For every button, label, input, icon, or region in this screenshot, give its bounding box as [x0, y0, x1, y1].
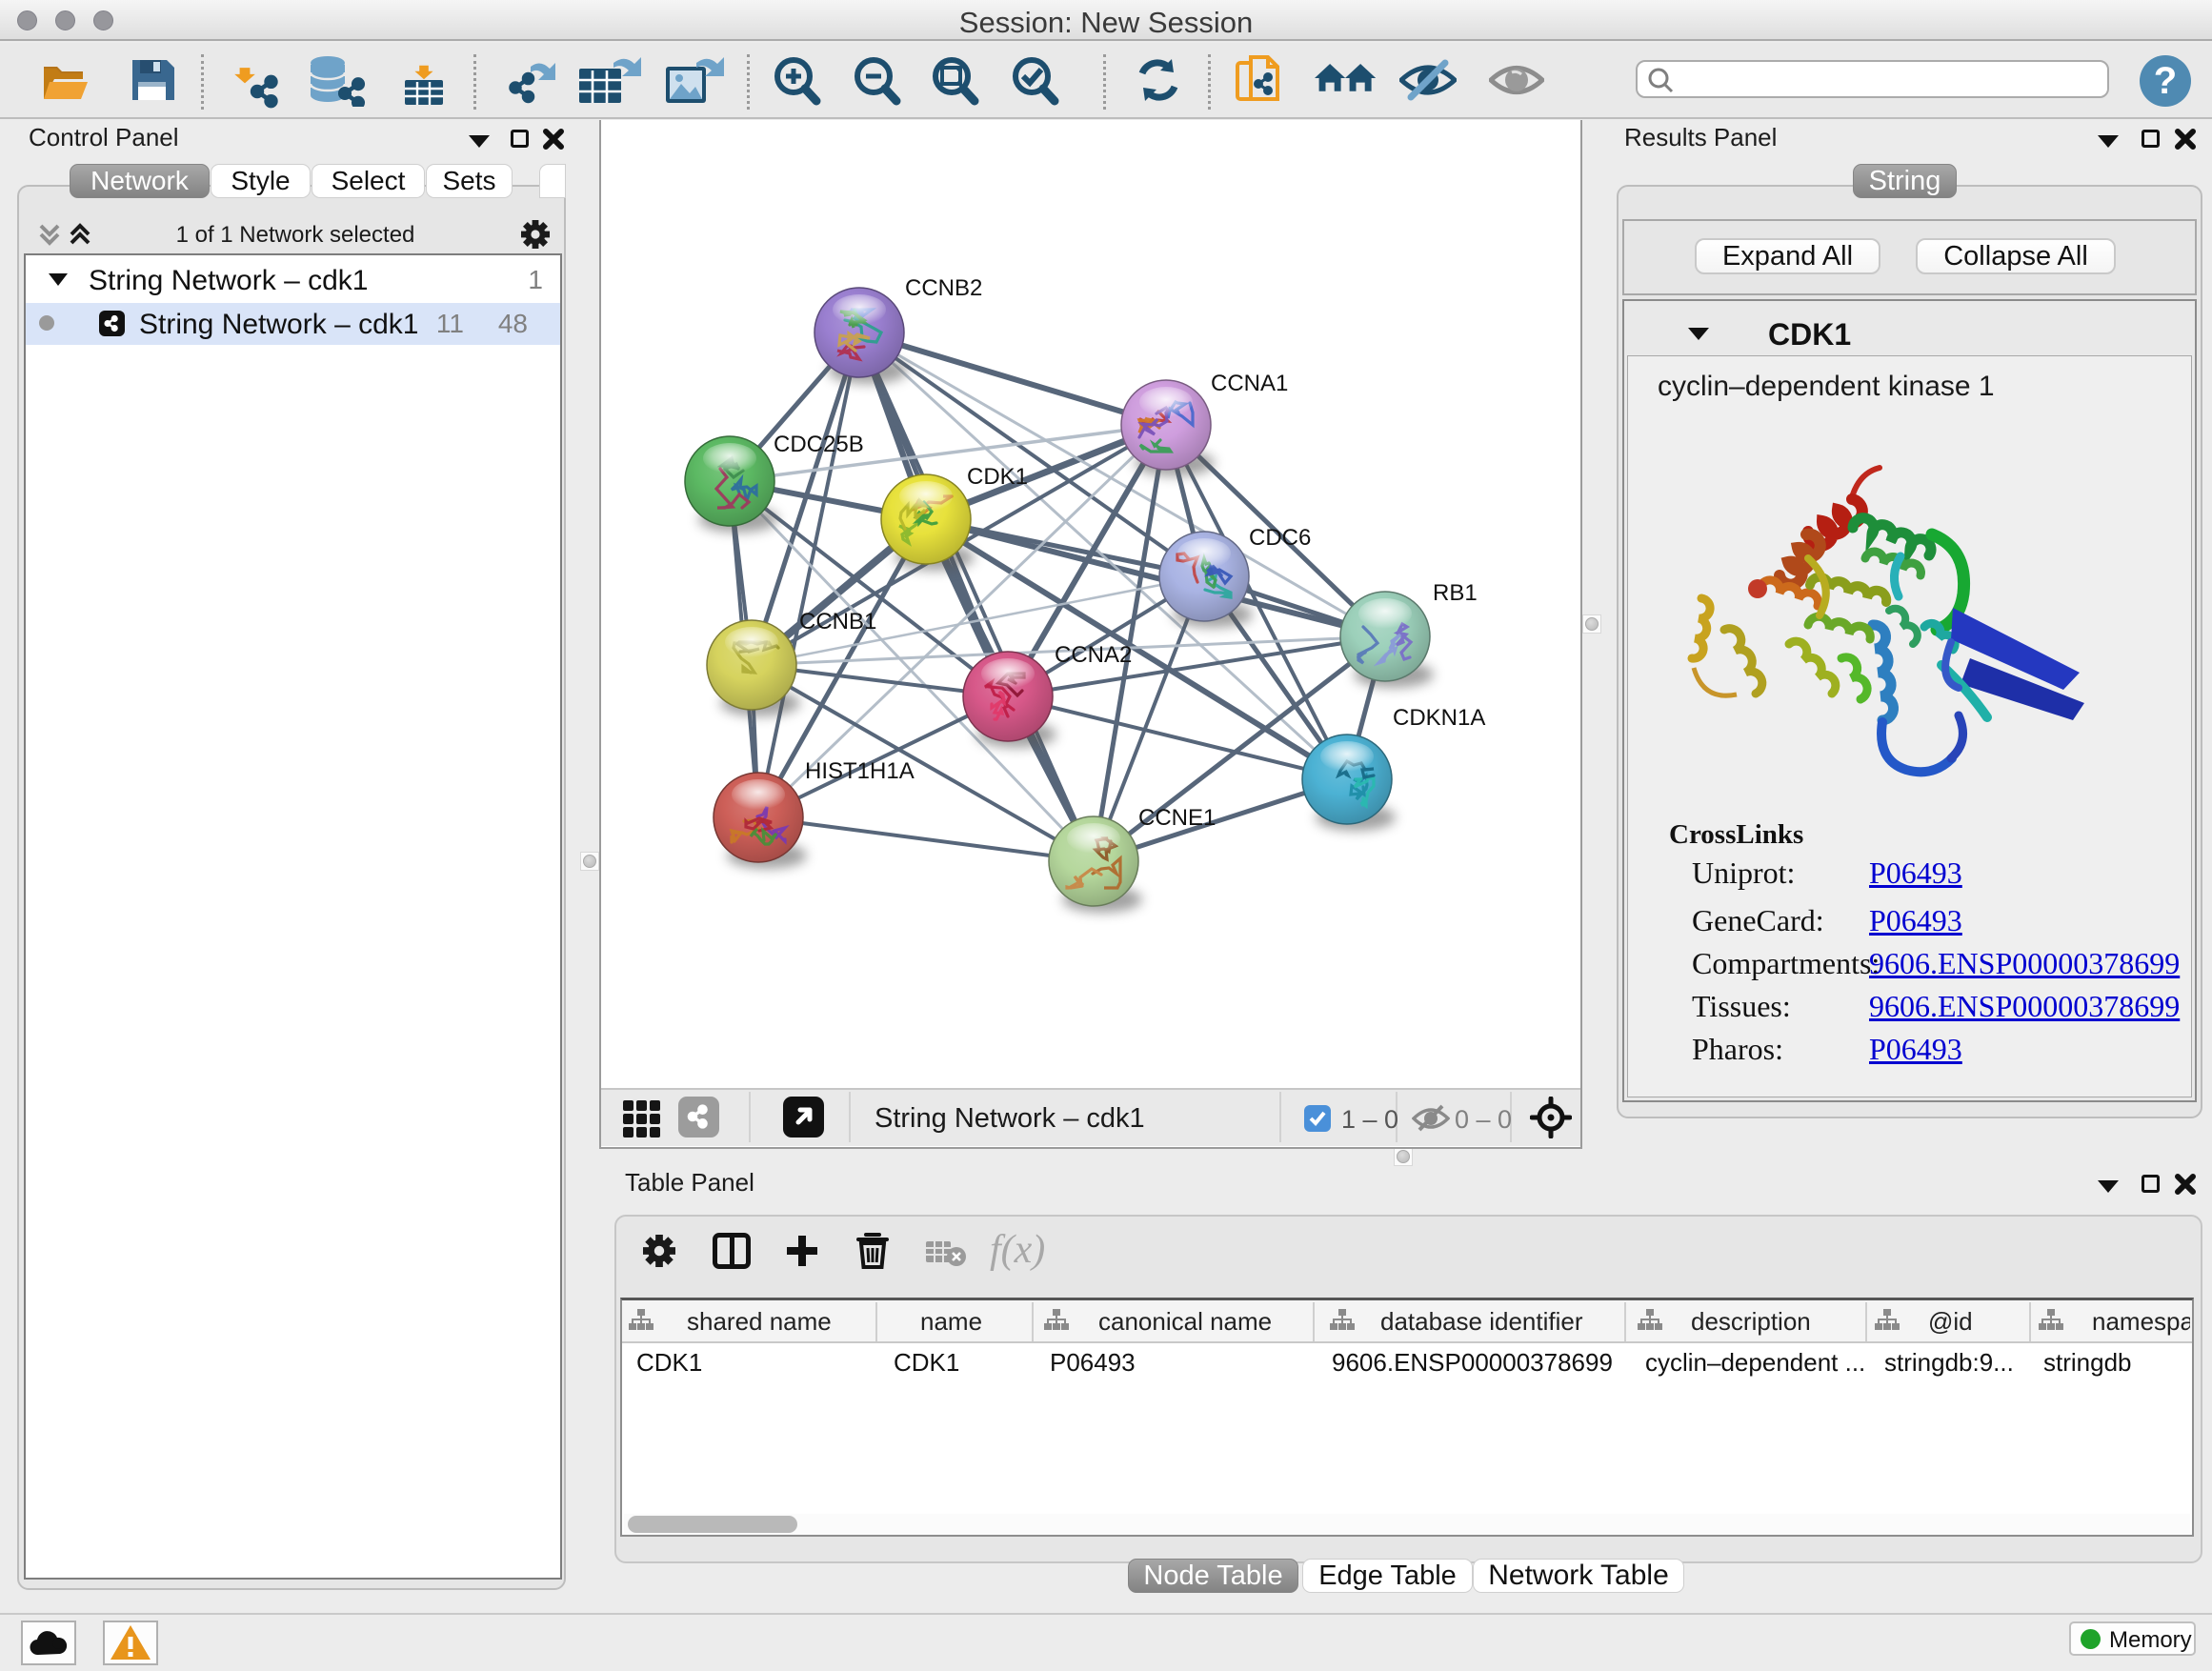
- svg-text:CCNE1: CCNE1: [1138, 805, 1216, 831]
- svg-text:CCNB2: CCNB2: [905, 275, 982, 301]
- svg-text:CCNA1: CCNA1: [1211, 371, 1288, 396]
- svg-text:CDKN1A: CDKN1A: [1393, 705, 1485, 731]
- svg-text:CDC6: CDC6: [1249, 525, 1311, 551]
- svg-text:CCNA2: CCNA2: [1055, 642, 1132, 668]
- svg-text:CCNB1: CCNB1: [799, 609, 876, 634]
- svg-text:RB1: RB1: [1433, 580, 1478, 606]
- svg-text:CDK1: CDK1: [967, 464, 1028, 490]
- svg-text:HIST1H1A: HIST1H1A: [805, 758, 915, 784]
- svg-text:CDC25B: CDC25B: [774, 432, 864, 457]
